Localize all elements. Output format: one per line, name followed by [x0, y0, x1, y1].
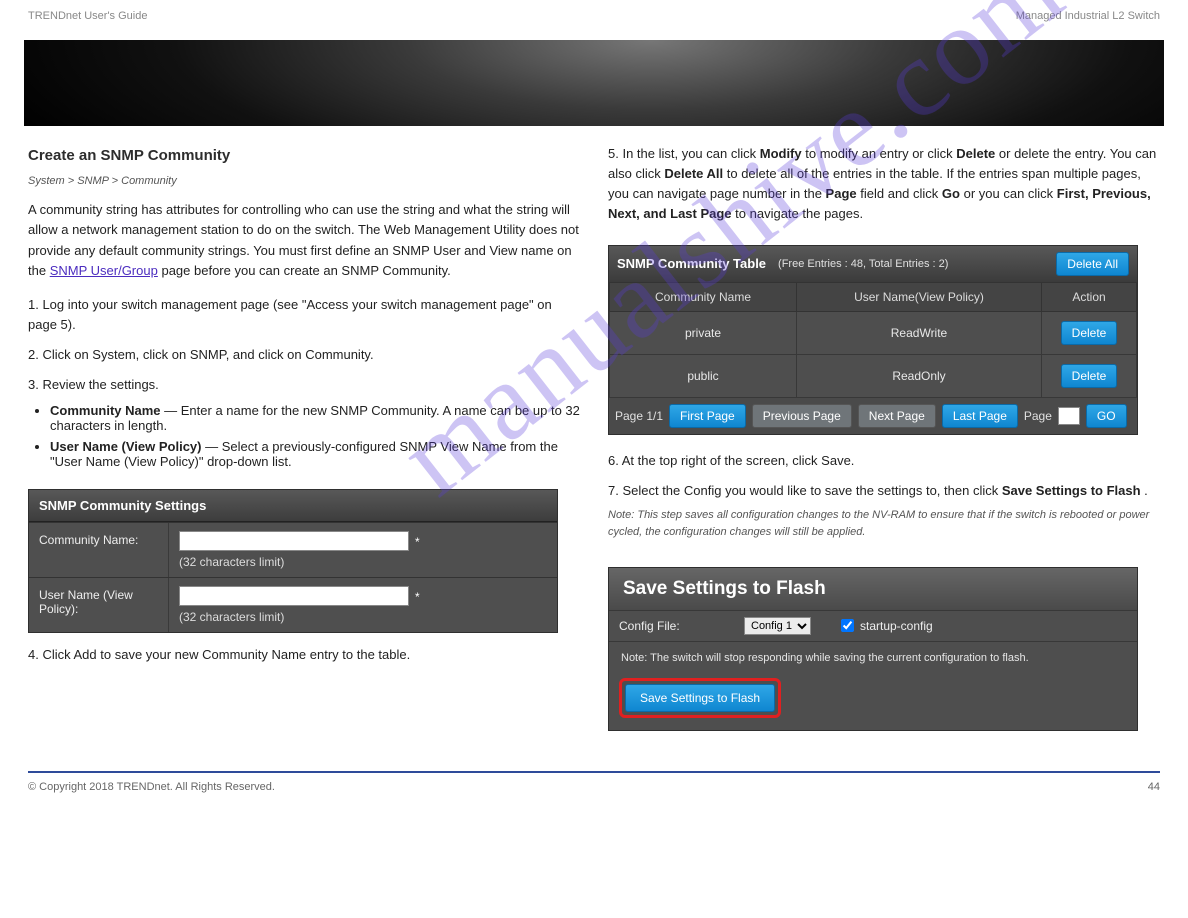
step7-a: 7. Select the Config you would like to s… [608, 483, 1002, 498]
startup-config-checkbox[interactable] [841, 619, 854, 632]
snmp-community-table-panel: SNMP Community Table (Free Entries : 48,… [608, 245, 1138, 435]
step-6: 6. At the top right of the screen, click… [608, 451, 1160, 471]
section-title: Create an SNMP Community [28, 144, 580, 167]
cell-policy: ReadWrite [797, 311, 1042, 354]
save-panel-title: Save Settings to Flash [609, 568, 1137, 610]
table-pager: Page 1/1 First Page Previous Page Next P… [609, 398, 1137, 434]
save-panel-note: Note: The switch will stop responding wh… [609, 642, 1137, 678]
save-settings-button[interactable]: Save Settings to Flash [625, 684, 775, 712]
nav-path: System > SNMP > Community [28, 173, 580, 190]
table-free-entries: (Free Entries : 48, Total Entries : 2) [778, 258, 948, 270]
step5-page: Page [826, 186, 857, 201]
user-name-hint: (32 characters limit) [179, 610, 547, 624]
step-3: 3. Review the settings. [28, 375, 580, 395]
bullet1-label: Community Name [50, 403, 161, 418]
next-page-button[interactable]: Next Page [858, 404, 936, 428]
step5-g: to navigate the pages. [735, 206, 863, 221]
top-banner [24, 40, 1164, 126]
config-file-label: Config File: [619, 619, 714, 633]
step-1: 1. Log into your switch management page … [28, 295, 580, 335]
delete-button[interactable]: Delete [1061, 321, 1118, 345]
delete-all-button[interactable]: Delete All [1056, 252, 1129, 276]
community-name-label: Community Name: [29, 523, 169, 577]
previous-page-button[interactable]: Previous Page [752, 404, 852, 428]
step5-delete: Delete [956, 146, 995, 161]
step5-go: Go [942, 186, 960, 201]
snmp-user-group-link[interactable]: SNMP User/Group [50, 263, 158, 278]
settings-panel-title: SNMP Community Settings [29, 490, 557, 522]
brand-text: TRENDnet User's Guide [28, 10, 147, 22]
step5-b: to modify an entry or click [805, 146, 956, 161]
step7-b: . [1144, 483, 1148, 498]
cell-name: public [610, 354, 797, 397]
snmp-community-settings-panel: SNMP Community Settings Community Name: … [28, 489, 558, 633]
right-column: 5. In the list, you can click Modify to … [608, 126, 1160, 731]
config-file-select[interactable]: Config 1 [744, 617, 811, 635]
col-community-name: Community Name [610, 282, 797, 311]
community-name-input[interactable] [179, 531, 409, 551]
pager-page-input[interactable] [1058, 407, 1080, 425]
cell-name: private [610, 311, 797, 354]
community-name-hint: (32 characters limit) [179, 555, 547, 569]
step-4: 4. Click Add to save your new Community … [28, 645, 580, 665]
delete-button[interactable]: Delete [1061, 364, 1118, 388]
product-text: Managed Industrial L2 Switch [1016, 10, 1160, 22]
table-row: public ReadOnly Delete [610, 354, 1137, 397]
step5-modify: Modify [760, 146, 802, 161]
step-2: 2. Click on System, click on SNMP, and c… [28, 345, 580, 365]
first-page-button[interactable]: First Page [669, 404, 746, 428]
last-page-button[interactable]: Last Page [942, 404, 1018, 428]
col-action: Action [1042, 282, 1137, 311]
save-settings-panel: Save Settings to Flash Config File: Conf… [608, 567, 1138, 731]
col-view-policy: User Name(View Policy) [797, 282, 1042, 311]
footer-copyright: © Copyright 2018 TRENDnet. All Rights Re… [28, 781, 275, 793]
startup-config-label: startup-config [860, 619, 933, 633]
step7-btn-text: Save Settings to Flash [1002, 483, 1141, 498]
step5-f: or you can click [964, 186, 1057, 201]
pager-info: Page 1/1 [615, 409, 663, 423]
table-row: private ReadWrite Delete [610, 311, 1137, 354]
step5-deleteall: Delete All [664, 166, 723, 181]
intro-cont: page before you can create an SNMP Commu… [161, 263, 450, 278]
step7-note: Note: This step saves all configuration … [608, 507, 1160, 541]
left-column: Create an SNMP Community System > SNMP >… [28, 126, 580, 731]
bullet2-label: User Name (View Policy) [50, 439, 202, 454]
table-title: SNMP Community Table [617, 256, 766, 271]
step5-a: 5. In the list, you can click [608, 146, 760, 161]
go-button[interactable]: GO [1086, 404, 1127, 428]
footer-page-number: 44 [1148, 781, 1160, 793]
required-asterisk: * [415, 590, 420, 604]
pager-page-label: Page [1024, 409, 1052, 423]
cell-policy: ReadOnly [797, 354, 1042, 397]
required-asterisk: * [415, 535, 420, 549]
step5-e: field and click [860, 186, 942, 201]
user-name-input[interactable] [179, 586, 409, 606]
user-name-label: User Name (View Policy): [29, 578, 169, 632]
